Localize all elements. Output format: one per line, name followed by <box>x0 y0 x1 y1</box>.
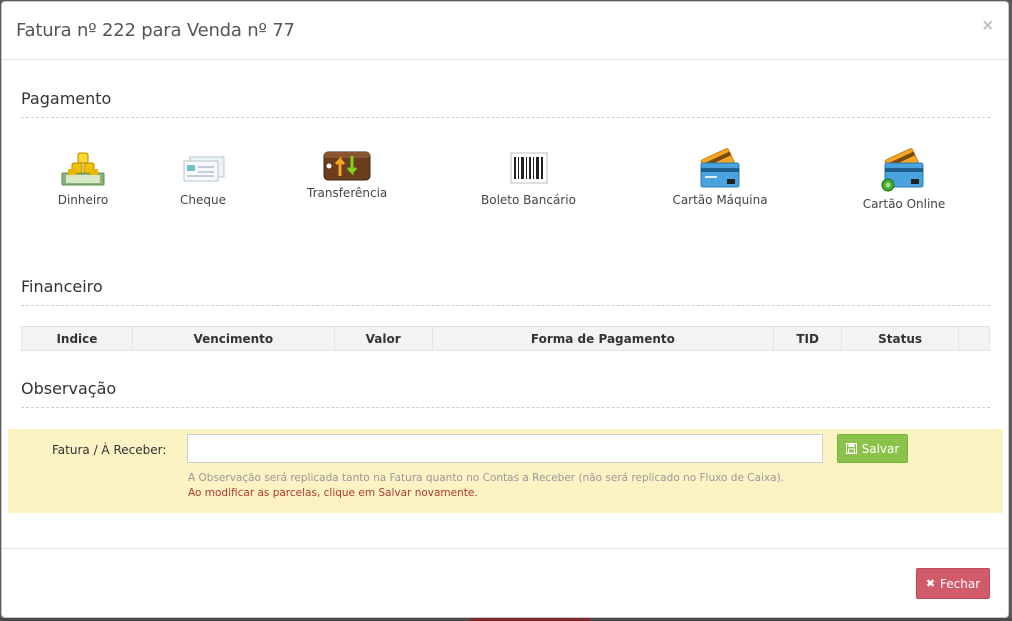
invoice-modal: Fatura nº 222 para Venda nº 77 × Pagamen… <box>1 1 1009 618</box>
close-icon[interactable]: × <box>981 16 994 34</box>
observation-label: Fatura / À Receber: <box>52 443 167 457</box>
column-header-forma-pagamento[interactable]: Forma de Pagamento <box>431 326 775 351</box>
save-button-label: Salvar <box>861 441 900 456</box>
close-button[interactable]: ✖ Fechar <box>916 568 990 599</box>
column-header-tid[interactable]: TID <box>773 326 843 351</box>
check-icon <box>183 156 225 182</box>
section-title-observacao: Observação <box>21 379 117 398</box>
column-header-status[interactable]: Status <box>841 326 960 351</box>
divider <box>21 407 990 408</box>
payment-method-label: Cheque <box>180 193 226 207</box>
modal-footer-divider <box>2 548 1008 549</box>
payment-method-cartao-online[interactable]: Cartão Online <box>857 145 951 211</box>
divider <box>21 117 990 118</box>
section-title-pagamento: Pagamento <box>21 89 112 108</box>
payment-method-transferencia[interactable]: Transferência <box>307 150 387 200</box>
payment-method-label: Cartão Online <box>862 197 946 211</box>
modal-header: Fatura nº 222 para Venda nº 77 × <box>2 2 1008 60</box>
floppy-disk-icon <box>845 443 857 454</box>
barcode-icon <box>510 152 548 184</box>
financeiro-table: Indice Vencimento Valor Forma de Pagamen… <box>21 326 990 351</box>
observation-panel: Fatura / À Receber: Salvar A Observação … <box>8 429 1003 513</box>
transfer-icon <box>323 151 371 181</box>
payment-method-label: Cartão Máquina <box>672 193 768 207</box>
payment-method-cartao-maquina[interactable]: Cartão Máquina <box>672 145 768 207</box>
payment-method-boleto[interactable]: Boleto Bancário <box>481 147 576 207</box>
column-header-actions <box>958 326 990 351</box>
times-icon: ✖ <box>925 577 936 590</box>
observation-help-text: A Observação será replicada tanto na Fat… <box>188 472 785 484</box>
modal-title: Fatura nº 222 para Venda nº 77 <box>16 20 295 41</box>
column-header-vencimento[interactable]: Vencimento <box>131 326 335 351</box>
payment-method-cheque[interactable]: Cheque <box>174 147 232 207</box>
payment-method-dinheiro[interactable]: Dinheiro <box>54 147 112 207</box>
payment-method-label: Dinheiro <box>57 193 109 207</box>
divider <box>21 305 990 306</box>
column-header-valor[interactable]: Valor <box>333 326 433 351</box>
card-online-icon <box>881 148 924 192</box>
payment-method-label: Transferência <box>307 186 388 200</box>
column-header-indice[interactable]: Indice <box>21 326 133 351</box>
money-stack-icon <box>61 152 105 186</box>
section-title-financeiro: Financeiro <box>21 277 103 296</box>
observation-warning-text: Ao modificar as parcelas, clique em Salv… <box>188 487 478 499</box>
table-header-row: Indice Vencimento Valor Forma de Pagamen… <box>21 326 990 351</box>
payment-method-label: Boleto Bancário <box>481 193 576 207</box>
observation-input[interactable] <box>187 434 823 463</box>
save-button[interactable]: Salvar <box>837 434 908 463</box>
close-button-label: Fechar <box>940 576 981 591</box>
card-machine-icon <box>700 148 740 188</box>
